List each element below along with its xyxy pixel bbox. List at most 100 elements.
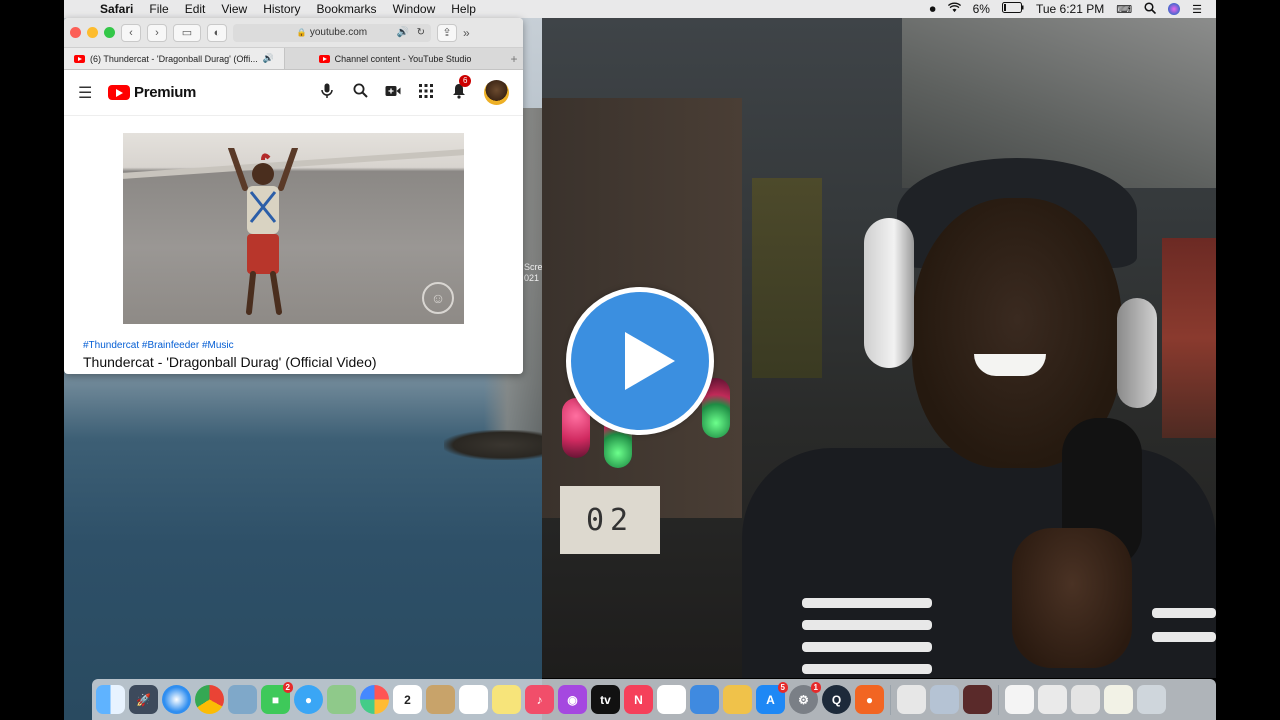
notification-count-badge: 6	[459, 74, 472, 87]
digit-cube: 02	[560, 486, 660, 554]
wallpaper-rock	[444, 430, 542, 460]
shirt-stripe	[802, 598, 932, 608]
shirt-stripe	[802, 620, 932, 630]
play-button[interactable]	[566, 287, 714, 435]
messages-icon[interactable]: ●	[294, 685, 323, 714]
menu-view[interactable]: View	[213, 2, 255, 16]
youtube-favicon-icon	[74, 54, 86, 63]
menu-file[interactable]: File	[141, 2, 176, 16]
menu-help[interactable]: Help	[443, 2, 484, 16]
search-icon[interactable]	[352, 83, 368, 102]
dock: 🚀 ■ 2 ● 2 ♪ ◉ tv N A5 ⚙ 1 Q ●	[92, 679, 1216, 720]
siri-icon[interactable]	[1168, 3, 1181, 15]
webcam-banner	[752, 178, 822, 378]
notes-icon[interactable]	[492, 685, 521, 714]
youtube-brand-label[interactable]: Premium	[134, 84, 196, 101]
share-icon[interactable]: ⇪	[437, 23, 457, 42]
video-title: Thundercat - 'Dragonball Durag' (Officia…	[83, 354, 377, 370]
menu-bar: Safari File Edit View History Bookmarks …	[64, 0, 1216, 18]
create-video-icon[interactable]	[385, 84, 401, 101]
finder-icon[interactable]	[96, 685, 125, 714]
clock[interactable]: Tue 6:21 PM	[1036, 2, 1104, 16]
close-window-button[interactable]	[70, 27, 81, 38]
system-preferences-badge: 1	[810, 682, 821, 693]
tab-thundercat[interactable]: (6) Thundercat - 'Dragonball Durag' (Off…	[64, 48, 284, 69]
tab-audio-icon[interactable]: 🔊	[263, 53, 274, 64]
person-smile	[974, 354, 1046, 376]
battery-icon[interactable]	[1001, 2, 1024, 16]
contacts-icon[interactable]	[426, 685, 455, 714]
chrome-icon[interactable]	[195, 685, 224, 714]
avatar[interactable]	[484, 80, 509, 105]
music-icon[interactable]: ♪	[525, 685, 554, 714]
apple-tv-icon[interactable]: tv	[591, 685, 620, 714]
microphone-icon[interactable]	[319, 83, 335, 103]
menu-history[interactable]: History	[255, 2, 308, 16]
hamburger-menu-icon[interactable]: ☰	[78, 83, 108, 103]
podcasts-icon[interactable]: ◉	[558, 685, 587, 714]
more-tabs-chevron-icon[interactable]: »	[463, 26, 470, 40]
video-hashtags[interactable]: #Thundercat #Brainfeeder #Music	[83, 340, 234, 351]
desktop-file-label[interactable]: Scre 021	[524, 262, 542, 284]
safari-icon[interactable]	[162, 685, 191, 714]
notifications-bell-icon[interactable]: 6	[451, 74, 472, 103]
keynote-icon[interactable]	[690, 685, 719, 714]
channel-watermark-icon[interactable]: ☺	[422, 282, 454, 314]
back-button[interactable]: ‹	[121, 23, 141, 42]
downloads-folder-icon[interactable]	[1005, 685, 1034, 714]
news-icon[interactable]: N	[624, 685, 653, 714]
screenshot-thumbnail-icon[interactable]	[930, 685, 959, 714]
launchpad-icon[interactable]: 🚀	[129, 685, 158, 714]
keyboard-viewer-icon[interactable]: ⌨	[1116, 3, 1132, 16]
menu-app-name[interactable]: Safari	[92, 2, 141, 16]
file-stack-icon[interactable]	[1071, 685, 1100, 714]
maps-icon[interactable]	[327, 685, 356, 714]
file-stack-icon[interactable]	[1104, 685, 1133, 714]
system-preferences-icon[interactable]: ⚙ 1	[789, 682, 821, 714]
app-store-badge: 5	[777, 682, 788, 693]
shirt-stripe	[802, 664, 932, 674]
address-bar[interactable]: 🔒 youtube.com ↻ 🔊	[233, 23, 431, 42]
menu-bookmarks[interactable]: Bookmarks	[309, 2, 385, 16]
youtube-header-actions: 6	[319, 74, 509, 105]
reminders-icon[interactable]	[459, 685, 488, 714]
menu-window[interactable]: Window	[385, 2, 444, 16]
file-stack-icon[interactable]	[1038, 685, 1067, 714]
video-player[interactable]: ☺	[123, 133, 464, 324]
facetime-badge: 2	[282, 682, 293, 693]
forward-button[interactable]: ›	[147, 23, 167, 42]
image-thumbnail-icon[interactable]	[963, 685, 992, 714]
fullscreen-window-button[interactable]	[104, 27, 115, 38]
tab-title: Channel content - YouTube Studio	[334, 53, 472, 64]
apps-grid-icon[interactable]	[418, 83, 434, 102]
numbers-icon[interactable]	[657, 685, 686, 714]
wifi-icon[interactable]	[947, 2, 961, 17]
document-icon[interactable]	[897, 685, 926, 714]
facetime-icon[interactable]: ■ 2	[261, 682, 293, 714]
headphone-left	[864, 218, 914, 368]
trash-icon[interactable]	[1137, 685, 1166, 714]
calendar-icon[interactable]: 2	[393, 685, 422, 714]
quicktime-icon[interactable]: Q	[822, 685, 851, 714]
new-tab-button[interactable]: +	[505, 48, 523, 69]
notification-center-icon[interactable]: ☰	[1192, 3, 1202, 16]
record-icon[interactable]: ⏺	[930, 2, 936, 17]
sidebar-toggle-icon[interactable]: ▭	[173, 23, 201, 42]
screen-recorder-icon[interactable]: ●	[855, 685, 884, 714]
audio-playing-icon[interactable]: 🔊	[397, 27, 409, 38]
privacy-shield-icon[interactable]: ◐	[207, 23, 227, 42]
reload-icon[interactable]: ↻	[417, 27, 425, 38]
pages-icon[interactable]	[723, 685, 752, 714]
webcam-poster	[1162, 238, 1216, 438]
app-store-icon[interactable]: A5	[756, 682, 788, 714]
youtube-logo-icon[interactable]	[108, 85, 130, 100]
photos-icon[interactable]	[360, 685, 389, 714]
person-hand	[1012, 528, 1132, 668]
menu-edit[interactable]: Edit	[177, 2, 214, 16]
preview-icon[interactable]	[228, 685, 257, 714]
tab-youtube-studio[interactable]: Channel content - YouTube Studio	[284, 48, 505, 69]
minimize-window-button[interactable]	[87, 27, 98, 38]
thumb-dancer-figure	[228, 148, 298, 315]
spotlight-search-icon[interactable]	[1144, 1, 1157, 17]
dock-separator	[998, 684, 999, 715]
